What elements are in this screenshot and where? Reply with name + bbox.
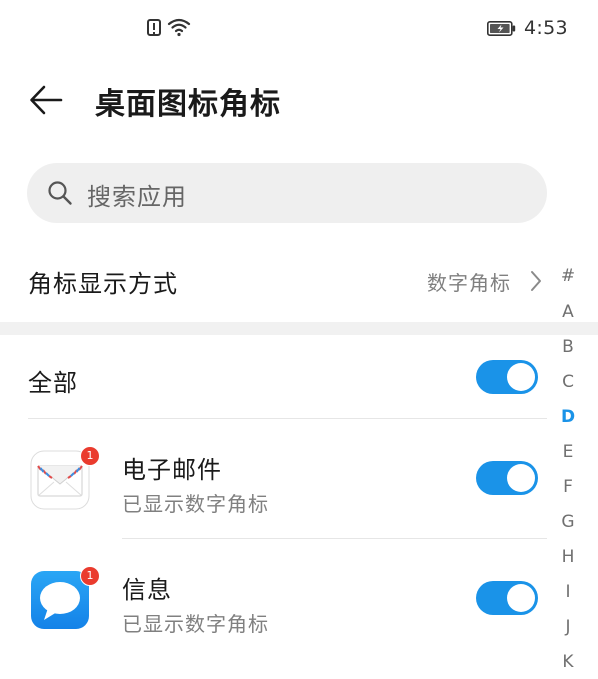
alert-icon (147, 19, 161, 36)
app-row-email: 1 电子邮件 已显示数字角标 (0, 420, 560, 536)
index-letter-c[interactable]: C (553, 372, 583, 392)
search-placeholder: 搜索应用 (87, 183, 187, 211)
index-letter-k[interactable]: K (553, 652, 583, 672)
index-letter-h[interactable]: H (553, 547, 583, 567)
section-divider (0, 322, 598, 335)
app-name: 电子邮件 (122, 456, 222, 484)
index-letter-e[interactable]: E (553, 442, 583, 462)
status-time: 4:53 (524, 17, 568, 39)
app-badge-count: 1 (80, 566, 100, 586)
arrow-left-icon[interactable] (28, 84, 64, 116)
badge-mode-value: 数字角标 (427, 271, 511, 295)
divider-line (28, 418, 547, 419)
search-icon (48, 181, 72, 205)
search-input[interactable]: 搜索应用 (27, 163, 547, 223)
toggle-knob (507, 363, 535, 391)
chevron-right-icon (531, 271, 541, 291)
index-letter-b[interactable]: B (553, 337, 583, 357)
app-status: 已显示数字角标 (122, 492, 269, 516)
email-badge-toggle[interactable] (476, 461, 538, 495)
battery-charging-icon (487, 21, 516, 36)
app-status: 已显示数字角标 (122, 612, 269, 636)
wifi-icon (167, 18, 191, 37)
divider-line (122, 538, 547, 539)
toggle-knob (507, 464, 535, 492)
badge-mode-label: 角标显示方式 (28, 270, 178, 298)
messages-badge-toggle[interactable] (476, 581, 538, 615)
app-badge-count: 1 (80, 446, 100, 466)
all-apps-toggle[interactable] (476, 360, 538, 394)
index-letter-d[interactable]: D (553, 407, 583, 427)
index-letter-f[interactable]: F (553, 477, 583, 497)
toggle-knob (507, 584, 535, 612)
all-apps-label: 全部 (28, 369, 78, 397)
status-bar: 4:53 (0, 0, 598, 58)
page-title: 桌面图标角标 (95, 87, 281, 122)
badge-mode-row[interactable]: 角标显示方式 数字角标 (0, 250, 560, 312)
app-badge-settings-page: 4:53 桌面图标角标 搜索应用 角标显示方式 数字角标 全部 1 电子邮件 已… (0, 0, 598, 679)
app-name: 信息 (122, 576, 172, 604)
all-apps-row: 全部 (0, 345, 560, 415)
index-letter-g[interactable]: G (553, 512, 583, 532)
index-letter-j[interactable]: J (553, 617, 583, 637)
index-letter-a[interactable]: A (553, 302, 583, 322)
index-letter-hash[interactable]: # (553, 266, 583, 286)
app-row-messages: 1 信息 已显示数字角标 (0, 540, 560, 656)
index-letter-i[interactable]: I (553, 582, 583, 602)
